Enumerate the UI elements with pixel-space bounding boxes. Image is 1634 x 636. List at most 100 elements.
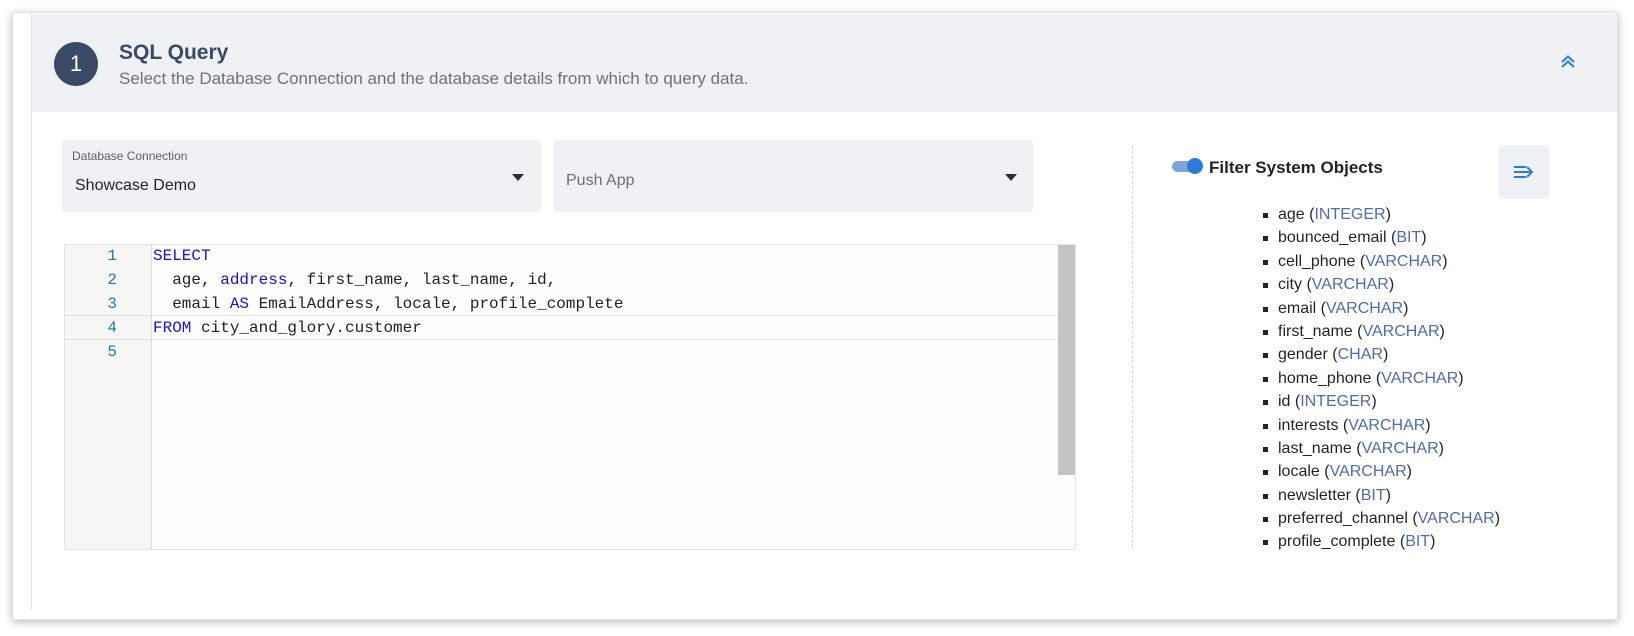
field-name: cell_phone xyxy=(1278,252,1356,270)
paren-close: ) xyxy=(1458,369,1464,387)
field-name: email xyxy=(1278,299,1317,317)
field-item[interactable]: id (INTEGER) xyxy=(1260,390,1500,413)
paren-open: ( xyxy=(1351,439,1362,457)
section-header: 1 SQL Query Select the Database Connecti… xyxy=(32,14,1617,112)
field-item[interactable]: home_phone (VARCHAR) xyxy=(1260,367,1500,390)
paren-open: ( xyxy=(1302,276,1312,294)
line-number: 3 xyxy=(107,295,117,313)
field-name: id xyxy=(1278,393,1291,411)
paren-open: ( xyxy=(1290,393,1301,411)
field-item[interactable]: profile_complete (BIT) xyxy=(1260,530,1500,553)
paren-close: ) xyxy=(1403,299,1409,317)
field-item[interactable]: age (INTEGER) xyxy=(1260,203,1500,226)
field-type: VARCHAR xyxy=(1311,276,1389,294)
insert-into-editor-button[interactable] xyxy=(1499,145,1549,199)
line-number: 1 xyxy=(107,247,117,265)
paren-close: ) xyxy=(1382,346,1389,364)
field-name: last_name xyxy=(1278,439,1352,457)
field-type: VARCHAR xyxy=(1329,463,1407,481)
line-number: 4 xyxy=(107,319,117,337)
app-dropdown-caret-icon xyxy=(1005,174,1017,181)
field-name: locale xyxy=(1278,463,1320,481)
field-type: VARCHAR xyxy=(1381,369,1459,387)
code-segment: EmailAddress, locale, profile_complete xyxy=(249,295,624,313)
editor-scrollbar[interactable] xyxy=(1058,245,1075,475)
field-name: age xyxy=(1278,206,1305,223)
filter-system-objects-toggle[interactable] xyxy=(1172,158,1203,174)
section-title: SQL Query xyxy=(119,41,229,64)
field-item[interactable]: first_name (VARCHAR) xyxy=(1260,320,1500,343)
code-text: SELECT xyxy=(153,245,211,269)
paren-open: ( xyxy=(1386,229,1397,247)
collapse-section-button[interactable] xyxy=(1556,50,1580,74)
field-item[interactable]: gender (CHAR) xyxy=(1260,343,1500,366)
field-name: home_phone xyxy=(1278,369,1372,387)
editor-line-3: 3 email AS EmailAddress, locale, profile… xyxy=(65,292,1060,317)
editor-line-5: 5 xyxy=(65,340,1060,365)
field-name: preferred_channel xyxy=(1278,510,1408,528)
code-text: email AS EmailAddress, locale, profile_c… xyxy=(153,292,623,317)
editor-line-1: 1 SELECT xyxy=(65,245,1060,269)
database-connection-label: Database Connection xyxy=(72,149,188,163)
code-text: age, address, first_name, last_name, id, xyxy=(153,268,556,293)
paren-close: ) xyxy=(1442,252,1448,270)
field-type: CHAR xyxy=(1337,346,1383,364)
push-app-select[interactable]: Push App xyxy=(554,140,1033,212)
paren-close: ) xyxy=(1421,229,1427,247)
field-type: INTEGER xyxy=(1300,393,1372,411)
field-type: VARCHAR xyxy=(1326,299,1404,317)
step-number-badge: 1 xyxy=(54,42,98,86)
sql-editor[interactable]: 1 SELECT 2 age, address, first_name, las… xyxy=(64,244,1076,550)
paren-open: ( xyxy=(1316,299,1327,317)
field-name: first_name xyxy=(1278,322,1353,340)
paren-close: ) xyxy=(1385,486,1391,504)
paren-close: ) xyxy=(1385,206,1391,223)
line-number: 2 xyxy=(107,271,117,289)
field-item[interactable]: last_name (VARCHAR) xyxy=(1260,437,1500,460)
field-item[interactable]: newsletter (BIT) xyxy=(1260,484,1500,507)
field-item[interactable]: email (VARCHAR) xyxy=(1260,297,1500,320)
field-name: interests xyxy=(1278,416,1339,434)
line-number: 5 xyxy=(107,343,117,361)
field-item[interactable]: preferred_channel (VARCHAR) xyxy=(1260,507,1500,530)
field-name: profile_complete xyxy=(1278,533,1396,551)
field-item[interactable]: bounced_email (BIT) xyxy=(1260,226,1500,249)
paren-open: ( xyxy=(1395,533,1406,551)
field-name: bounced_email xyxy=(1278,229,1387,247)
database-connection-select[interactable]: Database Connection Showcase Demo xyxy=(62,140,586,212)
field-item[interactable]: interests (VARCHAR) xyxy=(1260,414,1500,437)
code-segment: email xyxy=(153,295,230,313)
sql-keyword: AS xyxy=(229,295,250,313)
paren-open: ( xyxy=(1327,346,1338,364)
field-type: BIT xyxy=(1405,533,1431,551)
paren-open: ( xyxy=(1350,486,1361,504)
code-segment: age, xyxy=(153,271,221,289)
field-type: VARCHAR xyxy=(1417,510,1495,528)
filter-system-objects-label: Filter System Objects xyxy=(1209,158,1383,177)
paren-open: ( xyxy=(1371,369,1382,387)
database-connection-value: Showcase Demo xyxy=(75,177,196,194)
field-name: newsletter xyxy=(1278,486,1351,504)
field-type: INTEGER xyxy=(1314,206,1386,223)
code-segment: , first_name, last_name, id, xyxy=(287,271,557,289)
field-item[interactable]: city (VARCHAR) xyxy=(1260,273,1500,296)
code-segment: city_and_glory.customer xyxy=(191,319,422,337)
editor-line-2: 2 age, address, first_name, last_name, i… xyxy=(65,268,1060,293)
sql-keyword: FROM xyxy=(153,319,192,337)
field-name: gender xyxy=(1278,346,1328,364)
field-name: city xyxy=(1278,276,1302,294)
chevron-double-up-icon xyxy=(1561,55,1575,68)
field-item[interactable]: locale (VARCHAR) xyxy=(1260,460,1500,483)
paren-open: ( xyxy=(1407,510,1418,528)
field-item[interactable]: cell_phone (VARCHAR) xyxy=(1260,250,1500,273)
panel-divider xyxy=(1132,146,1133,548)
editor-line-4: 4 FROM city_and_glory.customer xyxy=(65,315,1060,340)
connection-dropdown-caret-icon xyxy=(512,174,524,181)
field-type: BIT xyxy=(1396,229,1422,247)
sql-keyword: address xyxy=(220,271,288,289)
field-type: BIT xyxy=(1360,486,1386,504)
paren-close: ) xyxy=(1388,276,1395,294)
field-type: VARCHAR xyxy=(1365,252,1443,270)
field-type: VARCHAR xyxy=(1348,416,1426,434)
paren-open: ( xyxy=(1338,416,1349,434)
